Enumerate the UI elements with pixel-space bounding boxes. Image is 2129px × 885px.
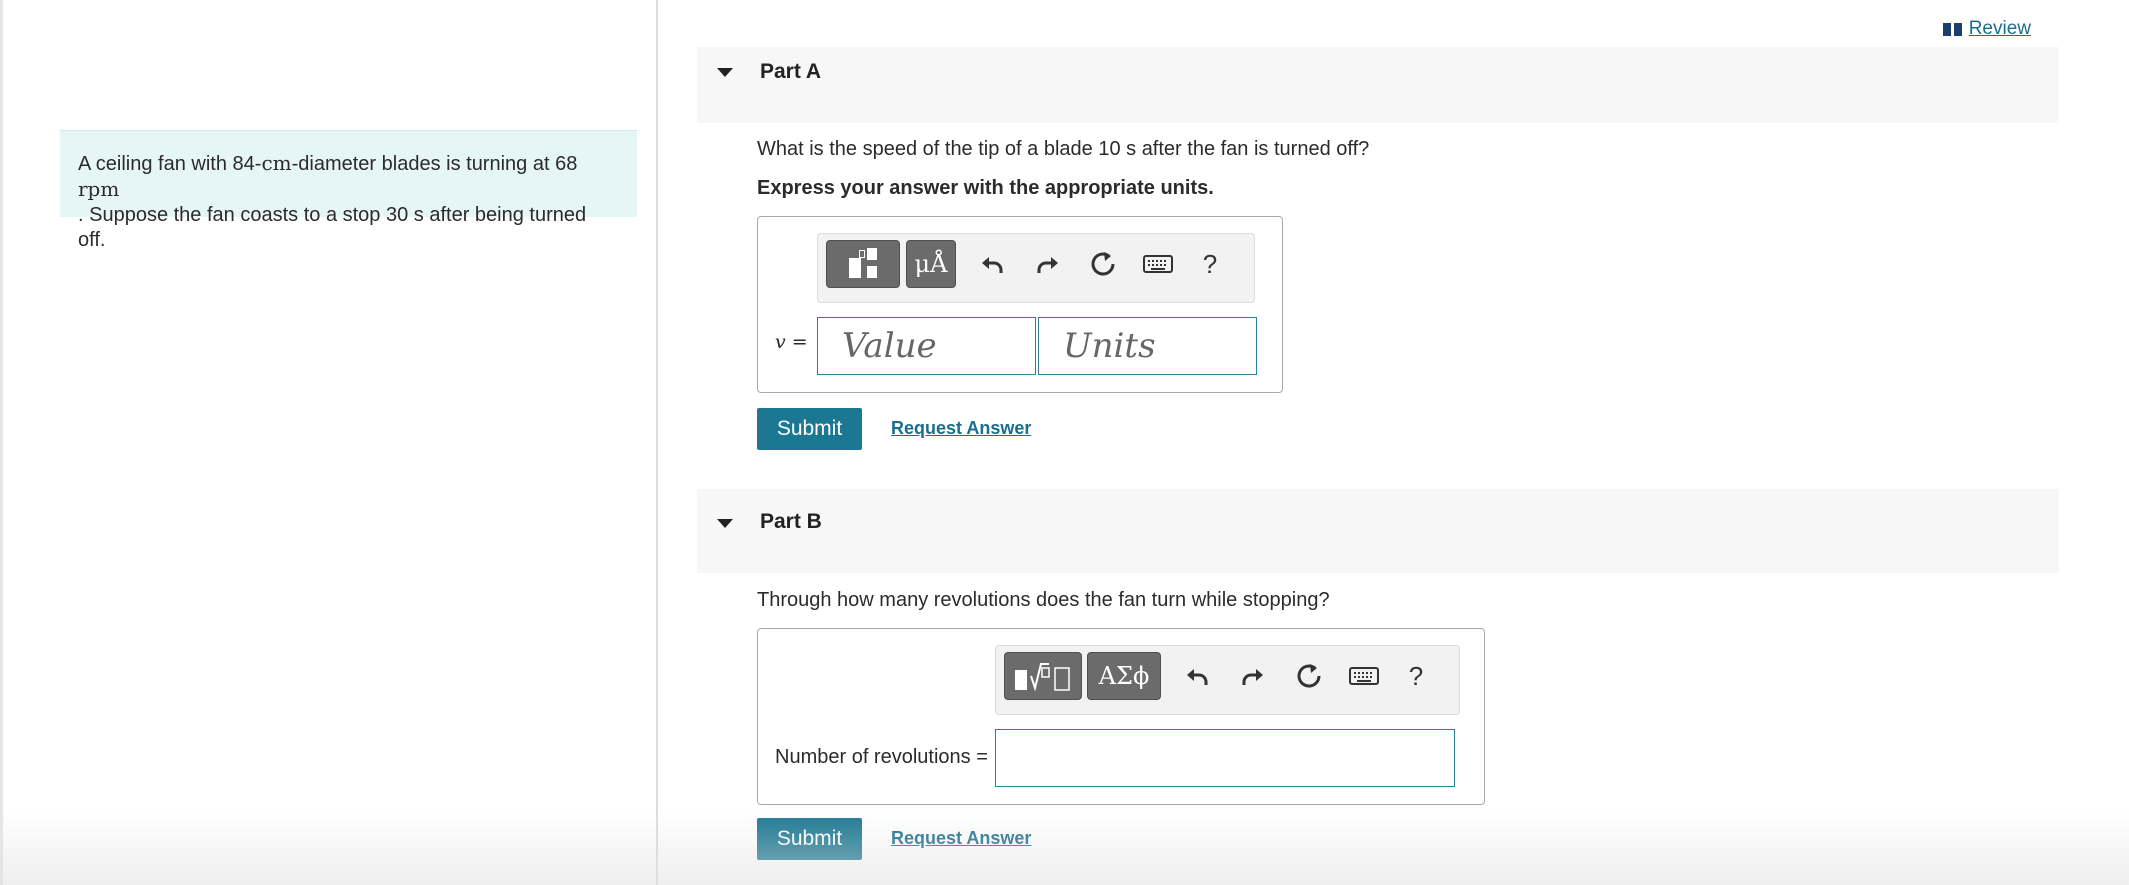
- symbols-button[interactable]: ΑΣϕ: [1087, 652, 1161, 700]
- part-b-submit-button[interactable]: Submit: [757, 818, 862, 860]
- unit-rpm: rpm: [78, 177, 120, 201]
- units-button[interactable]: μÅ: [906, 240, 956, 288]
- templates-button[interactable]: [1004, 652, 1082, 700]
- part-a-title: Part A: [760, 60, 822, 83]
- collapse-caret-icon[interactable]: [717, 519, 733, 528]
- part-a-header[interactable]: Part A: [697, 47, 2059, 123]
- undo-icon[interactable]: [972, 244, 1012, 284]
- math-toolbar: μÅ ?: [817, 233, 1255, 303]
- panel-divider: [656, 0, 658, 885]
- revolutions-label: Number of revolutions =: [775, 746, 988, 768]
- templates-icon: [1015, 663, 1070, 692]
- redo-icon[interactable]: [1028, 244, 1068, 284]
- variable-label: v =: [775, 331, 808, 353]
- review-label: Review: [1968, 18, 2031, 39]
- templates-button[interactable]: [826, 240, 900, 288]
- help-icon[interactable]: ?: [1396, 656, 1436, 696]
- part-a-question: What is the speed of the tip of a blade …: [757, 138, 1370, 160]
- value-input[interactable]: Value: [817, 317, 1036, 375]
- part-a-request-answer-link[interactable]: Request Answer: [891, 418, 1031, 439]
- units-input[interactable]: Units: [1038, 317, 1257, 375]
- templates-icon: [845, 246, 881, 282]
- part-b-header[interactable]: Part B: [697, 489, 2059, 573]
- keyboard-icon[interactable]: [1344, 656, 1384, 696]
- unit-cm: cm: [261, 151, 292, 175]
- part-b-request-answer-link[interactable]: Request Answer: [891, 828, 1031, 849]
- revolutions-input[interactable]: [995, 729, 1455, 787]
- problem-statement: A ceiling fan with 84-cm-diameter blades…: [60, 130, 637, 251]
- part-b-question: Through how many revolutions does the fa…: [757, 589, 1330, 611]
- problem-text-1: A ceiling fan with 84-: [78, 153, 262, 175]
- collapse-caret-icon[interactable]: [717, 68, 733, 77]
- part-a-answer-box: μÅ ? v = Value Units: [757, 216, 1283, 393]
- part-a-instruction: Express your answer with the appropriate…: [757, 177, 1214, 199]
- math-toolbar: ΑΣϕ ?: [995, 645, 1460, 715]
- part-b-title: Part B: [760, 510, 822, 533]
- help-icon[interactable]: ?: [1190, 244, 1230, 284]
- review-link[interactable]: Review: [1942, 18, 2031, 40]
- part-a-submit-button[interactable]: Submit: [757, 408, 862, 450]
- keyboard-icon[interactable]: [1138, 244, 1178, 284]
- reset-icon[interactable]: [1083, 244, 1123, 284]
- problem-panel: A ceiling fan with 84-cm-diameter blades…: [0, 0, 657, 885]
- redo-icon[interactable]: [1233, 656, 1273, 696]
- problem-text-3: . Suppose the fan coasts to a stop 30 s …: [78, 204, 587, 251]
- undo-icon[interactable]: [1177, 656, 1217, 696]
- book-icon: [1942, 22, 1963, 36]
- part-b-answer-box: ΑΣϕ ? Number of revolutions =: [757, 628, 1485, 805]
- problem-text-2: -diameter blades is turning at 68: [291, 153, 578, 175]
- reset-icon[interactable]: [1289, 656, 1329, 696]
